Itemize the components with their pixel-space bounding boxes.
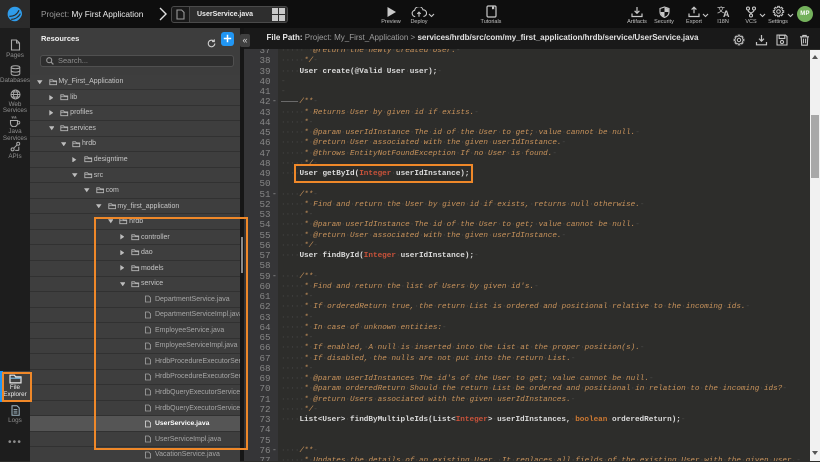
svg-text:A: A [723,9,730,18]
